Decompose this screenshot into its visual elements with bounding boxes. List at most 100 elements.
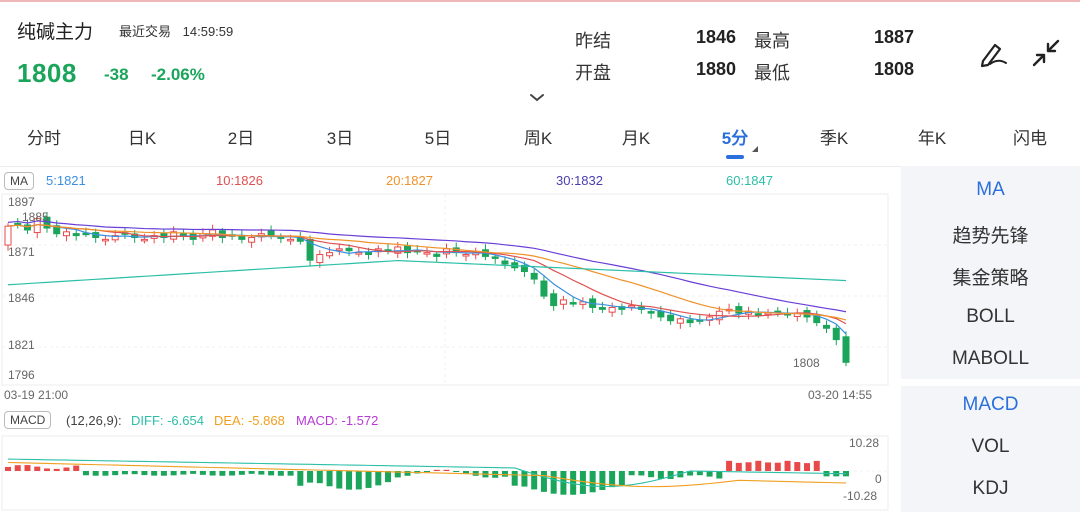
time-axis-end: 03-20 14:55 xyxy=(808,388,873,402)
ma5-line xyxy=(7,224,847,335)
macd-params: (12,26,9): xyxy=(66,413,122,428)
macd-bar xyxy=(589,471,596,493)
tab-5day[interactable]: 5日 xyxy=(403,124,473,149)
price-axis-top: 1897 xyxy=(8,195,35,209)
indicator-fund-strategy[interactable]: 集金策略 xyxy=(901,263,1080,290)
pen-draw-icon[interactable] xyxy=(976,36,1010,70)
tab-day-k[interactable]: 日K xyxy=(107,124,177,149)
macd-bar xyxy=(628,471,635,476)
macd-badge[interactable]: MACD xyxy=(4,411,52,429)
macd-bar xyxy=(774,462,781,471)
ma30-value: 30:1832 xyxy=(556,173,603,188)
macd-bar xyxy=(726,460,733,471)
macd-bar xyxy=(638,471,645,476)
macd-bar xyxy=(131,471,138,475)
macd-bar xyxy=(53,468,60,471)
macd-bar xyxy=(365,471,372,488)
macd-chart[interactable]: 10.28 0 -10.28 xyxy=(0,434,890,512)
macd-bar xyxy=(92,471,99,476)
tab-dropdown-caret-icon[interactable] xyxy=(752,146,758,152)
tab-flash[interactable]: 闪电 xyxy=(995,124,1065,149)
macd-bar xyxy=(745,462,752,471)
candle xyxy=(735,306,743,314)
low-label: 最低 xyxy=(754,63,790,83)
macd-bar xyxy=(34,466,41,471)
candle xyxy=(491,256,499,259)
candle xyxy=(628,305,636,308)
macd-bar xyxy=(297,471,304,486)
tab-season-k[interactable]: 季K xyxy=(799,124,869,149)
macd-bar xyxy=(794,462,801,471)
indicator-panel: MA 趋势先锋 集金策略 BOLL MABOLL MACD VOL KDJ xyxy=(901,166,1080,512)
chevron-down-icon[interactable] xyxy=(529,90,545,102)
ma-badge[interactable]: MA xyxy=(4,172,34,190)
tab-year-k[interactable]: 年K xyxy=(897,124,967,149)
candle xyxy=(462,254,470,257)
indicator-kdj[interactable]: KDJ xyxy=(901,478,1080,500)
macd-bar xyxy=(550,471,557,494)
candle xyxy=(179,233,187,237)
time-axis-start: 03-19 21:00 xyxy=(4,388,69,402)
macd-bar xyxy=(735,462,742,471)
tab-fenshi[interactable]: 分时 xyxy=(9,124,79,149)
low-value: 1808 xyxy=(873,59,914,79)
macd-bar xyxy=(121,471,128,475)
tab-month-k[interactable]: 月K xyxy=(601,124,671,149)
candle xyxy=(355,252,363,255)
macd-bar xyxy=(521,471,528,487)
tab-week-k[interactable]: 周K xyxy=(503,124,573,149)
macd-bar xyxy=(813,460,820,471)
macd-bar xyxy=(433,469,440,471)
candle xyxy=(335,248,343,251)
macd-bar xyxy=(579,471,586,494)
candle xyxy=(326,252,334,257)
tab-3day[interactable]: 3日 xyxy=(305,124,375,149)
macd-bar xyxy=(307,471,314,483)
candle xyxy=(365,251,373,256)
indicator-vol[interactable]: VOL xyxy=(901,436,1080,458)
candle xyxy=(647,311,655,314)
indicator-maboll[interactable]: MABOLL xyxy=(901,348,1080,370)
macd-bar xyxy=(287,471,294,476)
candle xyxy=(832,327,840,341)
max-price-marker: 1885 xyxy=(22,210,49,224)
tab-2day[interactable]: 2日 xyxy=(206,124,276,149)
high-value: 1887 xyxy=(873,27,914,47)
candle xyxy=(101,238,109,242)
macd-bar xyxy=(219,471,226,476)
open-label: 开盘 xyxy=(575,63,611,83)
indicator-ma[interactable]: MA xyxy=(901,179,1080,201)
macd-bar xyxy=(667,471,674,479)
kline-chart[interactable]: 1897 1885 1871 1846 1821 1796 1808 xyxy=(0,190,890,388)
top-accent-line xyxy=(0,0,1080,2)
macd-axis-bottom: -10.28 xyxy=(843,489,878,503)
macd-bar xyxy=(258,471,265,475)
candle xyxy=(754,313,762,316)
macd-bar xyxy=(199,471,206,475)
macd-bar xyxy=(43,468,50,471)
ma5-value: 5:1821 xyxy=(46,173,86,188)
candle xyxy=(598,307,606,310)
indicator-boll[interactable]: BOLL xyxy=(901,306,1080,328)
candle xyxy=(842,336,850,363)
macd-bar xyxy=(268,471,275,476)
macd-bar xyxy=(375,471,382,486)
prev-settle-value: 1846 xyxy=(695,27,736,47)
macd-bar xyxy=(160,471,167,476)
macd-bar xyxy=(560,471,567,495)
tab-5min[interactable]: 5分 xyxy=(700,124,770,149)
collapse-arrows-icon[interactable] xyxy=(1029,36,1063,70)
candle xyxy=(248,236,256,243)
macd-bar xyxy=(336,471,343,489)
indicator-trend-pioneer[interactable]: 趋势先锋 xyxy=(901,221,1080,248)
macd-bar xyxy=(501,471,508,477)
macd-bar xyxy=(326,471,333,487)
macd-bar xyxy=(5,466,11,471)
indicator-macd[interactable]: MACD xyxy=(901,394,1080,416)
candle xyxy=(550,293,558,307)
macd-axis-top: 10.28 xyxy=(849,436,880,450)
candle xyxy=(287,238,295,242)
candle xyxy=(423,252,431,255)
macd-bar xyxy=(102,471,109,476)
macd-svg xyxy=(1,435,889,511)
